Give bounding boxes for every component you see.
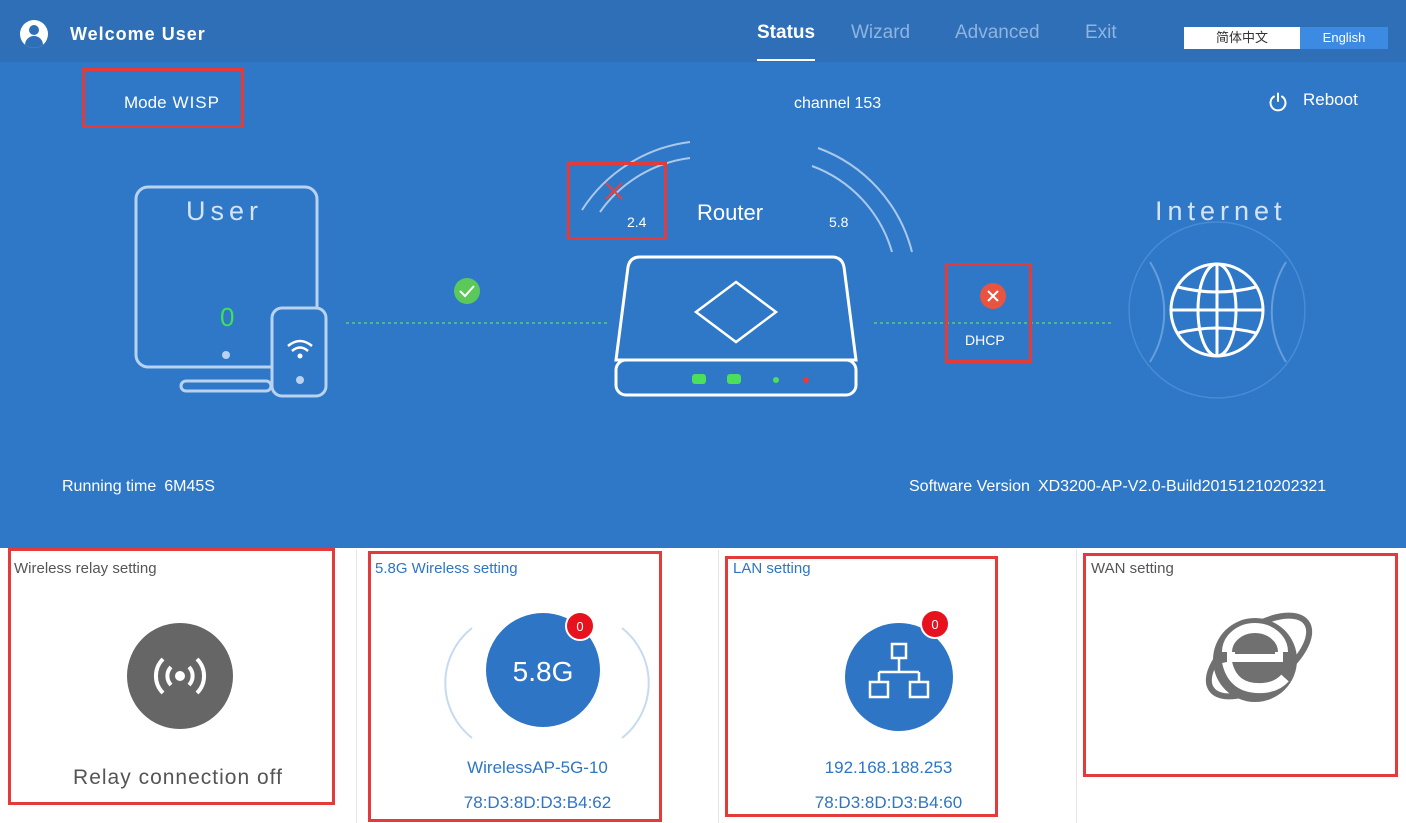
- check-icon: [454, 278, 480, 304]
- internet-explorer-icon[interactable]: [1197, 592, 1317, 717]
- nav-status[interactable]: Status: [757, 22, 815, 44]
- software-version-label: Software Version: [909, 478, 1030, 495]
- lang-chinese-button[interactable]: 简体中文: [1184, 27, 1300, 49]
- wireless-58g-badge: 0: [565, 611, 595, 641]
- error-icon: [980, 283, 1006, 309]
- status-panel: Mode WISP channel 153 Reboot User Interne…: [0, 62, 1406, 548]
- relay-signal-icon[interactable]: [127, 623, 237, 733]
- nav-wizard[interactable]: Wizard: [851, 22, 910, 44]
- phone-icon: [270, 306, 328, 398]
- running-time-label: Running time: [62, 478, 157, 495]
- wireless-58g-icon[interactable]: 5.8G: [427, 608, 667, 748]
- lan-card[interactable]: LAN setting 0 192.168.188.253 78:D3:8D:D…: [719, 550, 1077, 823]
- running-time-value: 6M45S: [164, 478, 215, 495]
- wan-title[interactable]: WAN setting: [1091, 560, 1174, 577]
- svg-text:0: 0: [931, 617, 938, 632]
- software-version: Software Version XD3200-AP-V2.0-Build2015…: [909, 478, 1326, 496]
- wan-protocol: DHCP: [965, 332, 1005, 348]
- wireless-58g-icon-text: 5.8G: [513, 656, 574, 687]
- lan-title[interactable]: LAN setting: [733, 560, 811, 577]
- topology-diagram: [134, 141, 1306, 399]
- lan-ip: 192.168.188.253: [824, 758, 953, 777]
- running-time: Running time 6M45S: [62, 478, 215, 496]
- wireless-relay-title[interactable]: Wireless relay setting: [14, 560, 157, 577]
- globe-icon: [1128, 221, 1306, 399]
- nav-active-underline: [757, 59, 815, 61]
- wireless-relay-card[interactable]: Wireless relay setting Relay connection …: [0, 550, 357, 823]
- wan-card[interactable]: WAN setting: [1077, 550, 1406, 823]
- lang-english-button[interactable]: English: [1300, 27, 1388, 49]
- welcome-text: Welcome User: [70, 24, 206, 44]
- wireless-58g-mac: 78:D3:8D:D3:B4:62: [463, 793, 612, 812]
- lan-mac: 78:D3:8D:D3:B4:60: [814, 793, 963, 812]
- wifi-arcs-icon: [581, 141, 913, 253]
- nav-advanced[interactable]: Advanced: [955, 22, 1040, 44]
- connected-users-count: 0: [220, 302, 235, 332]
- wireless-58g-title[interactable]: 5.8G Wireless setting: [375, 560, 518, 577]
- band-58-label: 5.8: [829, 214, 849, 230]
- router-label: Router: [697, 200, 764, 225]
- top-bar: Welcome User Status Wizard Advanced Exit…: [0, 0, 1406, 62]
- software-version-value: XD3200-AP-V2.0-Build20151210202321: [1037, 478, 1327, 495]
- wireless-58g-ssid: WirelessAP-5G-10: [467, 758, 608, 777]
- lan-badge: 0: [920, 609, 950, 639]
- relay-status-text: Relay connection off: [73, 766, 283, 789]
- router-icon: [614, 255, 858, 397]
- nav-exit[interactable]: Exit: [1085, 22, 1117, 44]
- svg-text:0: 0: [576, 619, 583, 634]
- band-24-label: 2.4: [627, 214, 647, 230]
- wireless-58g-card[interactable]: 5.8G Wireless setting 5.8G 0 WirelessAP-…: [357, 550, 719, 823]
- user-avatar-icon: [20, 20, 48, 48]
